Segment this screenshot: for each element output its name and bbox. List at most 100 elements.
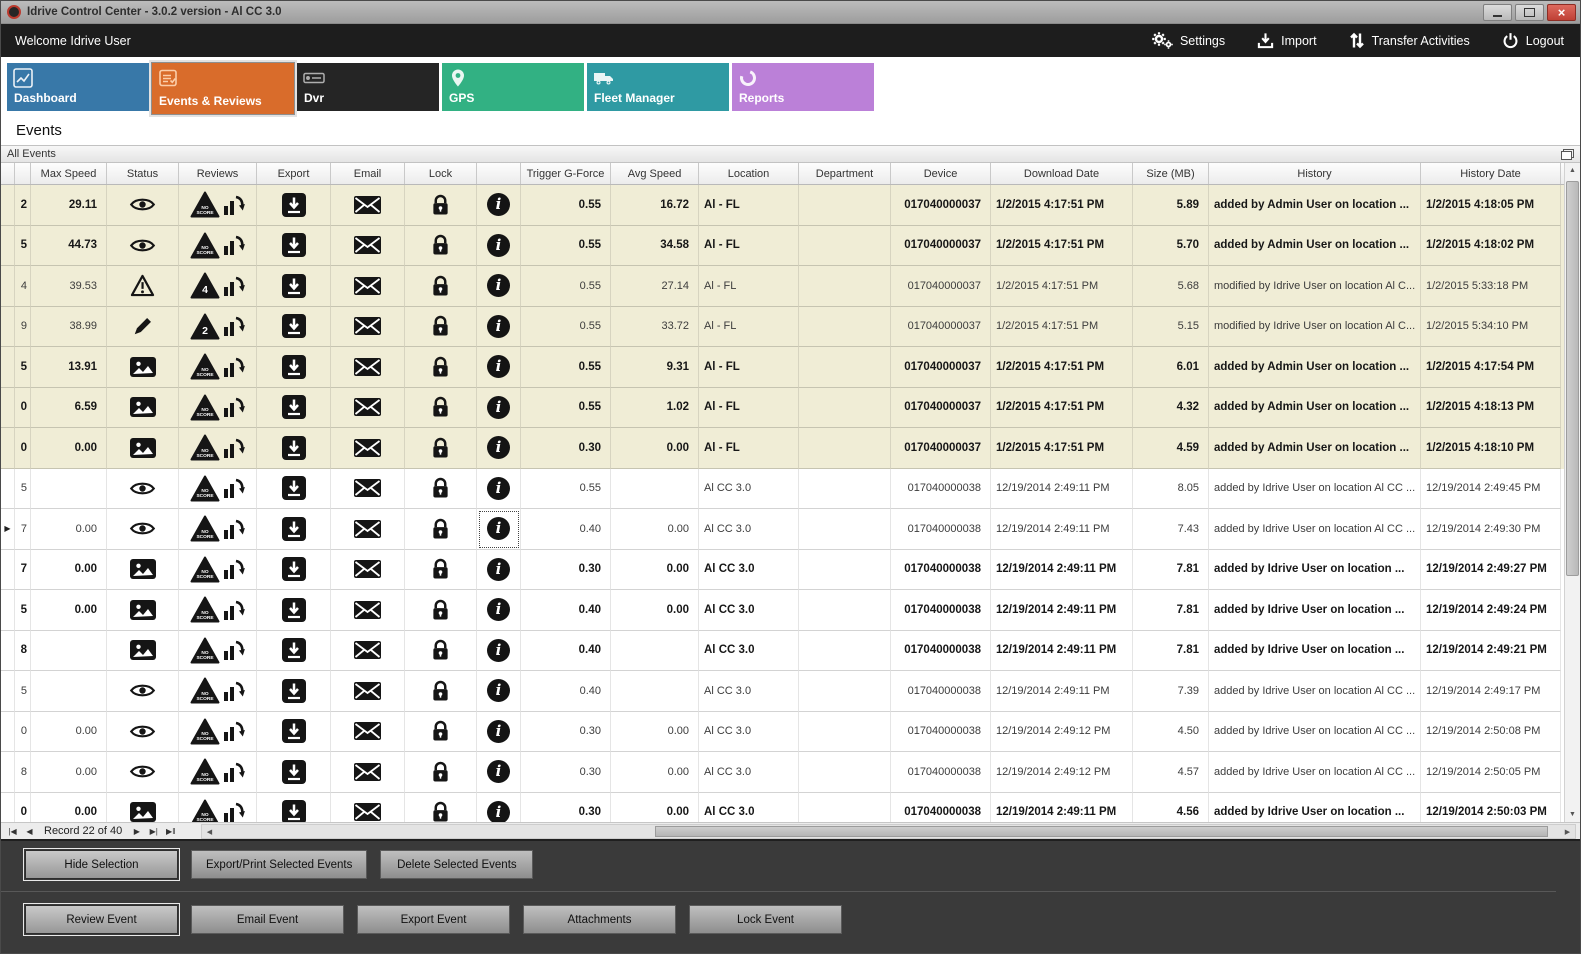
cell-info[interactable] [477,712,521,753]
cell-lock[interactable] [405,509,477,550]
cell-status[interactable] [107,388,179,429]
header-device[interactable]: Device [891,163,991,184]
cell-status[interactable] [107,469,179,510]
import-button[interactable]: Import [1257,32,1316,49]
attachments-button[interactable]: Attachments [523,905,676,934]
cell-reviews[interactable]: NO SCORE [179,752,257,793]
cell-lock[interactable] [405,266,477,307]
cell-reviews[interactable]: NO SCORE [179,428,257,469]
cell-reviews[interactable]: NO SCORE [179,590,257,631]
header-history[interactable]: History [1209,163,1421,184]
cell-status[interactable] [107,428,179,469]
cell-lock[interactable] [405,793,477,823]
new-record-button[interactable] [162,824,179,839]
header-location[interactable]: Location [699,163,799,184]
header-lock[interactable]: Lock [405,163,477,184]
cell-email[interactable] [331,307,405,348]
cell-export[interactable] [257,185,331,226]
email-event-button[interactable]: Email Event [191,905,344,934]
cell-reviews[interactable]: 4 [179,266,257,307]
cell-reviews[interactable]: NO SCORE [179,469,257,510]
cell-info[interactable] [477,550,521,591]
cell-export[interactable] [257,428,331,469]
cell-info[interactable] [477,226,521,267]
previous-record-button[interactable] [21,824,38,839]
header-max-speed[interactable]: Max Speed [31,163,107,184]
table-row[interactable]: 5 NO SCORE [1,469,1564,510]
cell-lock[interactable] [405,469,477,510]
cell-status[interactable] [107,550,179,591]
cell-export[interactable] [257,307,331,348]
header-status[interactable]: Status [107,163,179,184]
cell-email[interactable] [331,185,405,226]
cell-email[interactable] [331,590,405,631]
header-info[interactable] [477,163,521,184]
settings-button[interactable]: Settings [1151,31,1225,50]
cell-reviews[interactable]: NO SCORE [179,226,257,267]
header-trigger-g-force[interactable]: Trigger G-Force [521,163,611,184]
table-row[interactable]: 0 6.59 NO SCORE [1,388,1564,429]
cell-lock[interactable] [405,226,477,267]
cell-info[interactable] [477,428,521,469]
cell-lock[interactable] [405,712,477,753]
cell-reviews[interactable]: NO SCORE [179,793,257,823]
cell-info[interactable] [477,307,521,348]
cell-info[interactable] [477,752,521,793]
lock-event-button[interactable]: Lock Event [689,905,842,934]
cell-status[interactable] [107,712,179,753]
cell-lock[interactable] [405,550,477,591]
cell-info[interactable] [477,793,521,823]
cell-info[interactable] [477,469,521,510]
header-history-date[interactable]: History Date [1421,163,1561,184]
cell-lock[interactable] [405,428,477,469]
cell-status[interactable] [107,671,179,712]
cell-status[interactable] [107,631,179,672]
cell-email[interactable] [331,388,405,429]
maximize-button[interactable] [1515,4,1544,21]
header-department[interactable]: Department [799,163,891,184]
header-avg-speed[interactable]: Avg Speed [611,163,699,184]
next-record-button[interactable] [128,824,145,839]
cell-export[interactable] [257,509,331,550]
cell-status[interactable] [107,793,179,823]
cell-reviews[interactable]: NO SCORE [179,671,257,712]
cell-lock[interactable] [405,590,477,631]
table-row[interactable]: 0 0.00 NO SCORE [1,793,1564,823]
header-export[interactable]: Export [257,163,331,184]
cell-status[interactable] [107,590,179,631]
cell-email[interactable] [331,793,405,823]
cell-email[interactable] [331,469,405,510]
transfer-activities-button[interactable]: Transfer Activities [1349,32,1470,49]
table-row[interactable]: 5 0.00 NO SCORE [1,590,1564,631]
cell-email[interactable] [331,671,405,712]
cell-export[interactable] [257,469,331,510]
table-row[interactable]: 2 29.11 NO SCORE [1,185,1564,226]
cell-status[interactable] [107,185,179,226]
cell-status[interactable] [107,509,179,550]
cell-info[interactable] [477,388,521,429]
cell-email[interactable] [331,752,405,793]
table-row[interactable]: 4 39.53 4 [1,266,1564,307]
tab-dashboard[interactable]: Dashboard [7,63,149,111]
last-record-button[interactable] [145,824,162,839]
cell-lock[interactable] [405,307,477,348]
cell-reviews[interactable]: NO SCORE [179,550,257,591]
scroll-left-icon[interactable] [202,825,217,838]
header-download-date[interactable]: Download Date [991,163,1133,184]
hide-selection-button[interactable]: Hide Selection [25,850,178,879]
header-size-mb[interactable]: Size (MB) [1133,163,1209,184]
cell-export[interactable] [257,347,331,388]
cell-info[interactable] [477,266,521,307]
cell-info[interactable] [477,631,521,672]
horizontal-scrollbar[interactable] [201,824,1576,839]
tab-dvr[interactable]: Dvr [297,63,439,111]
first-record-button[interactable] [4,824,21,839]
logout-button[interactable]: Logout [1502,32,1564,49]
table-row[interactable]: 5 13.91 NO SCORE [1,347,1564,388]
cell-email[interactable] [331,712,405,753]
cell-email[interactable] [331,550,405,591]
close-button[interactable] [1547,4,1576,21]
scroll-up-icon[interactable] [1565,163,1580,178]
table-row[interactable]: 7 0.00 NO SCORE [1,550,1564,591]
export-event-button[interactable]: Export Event [357,905,510,934]
